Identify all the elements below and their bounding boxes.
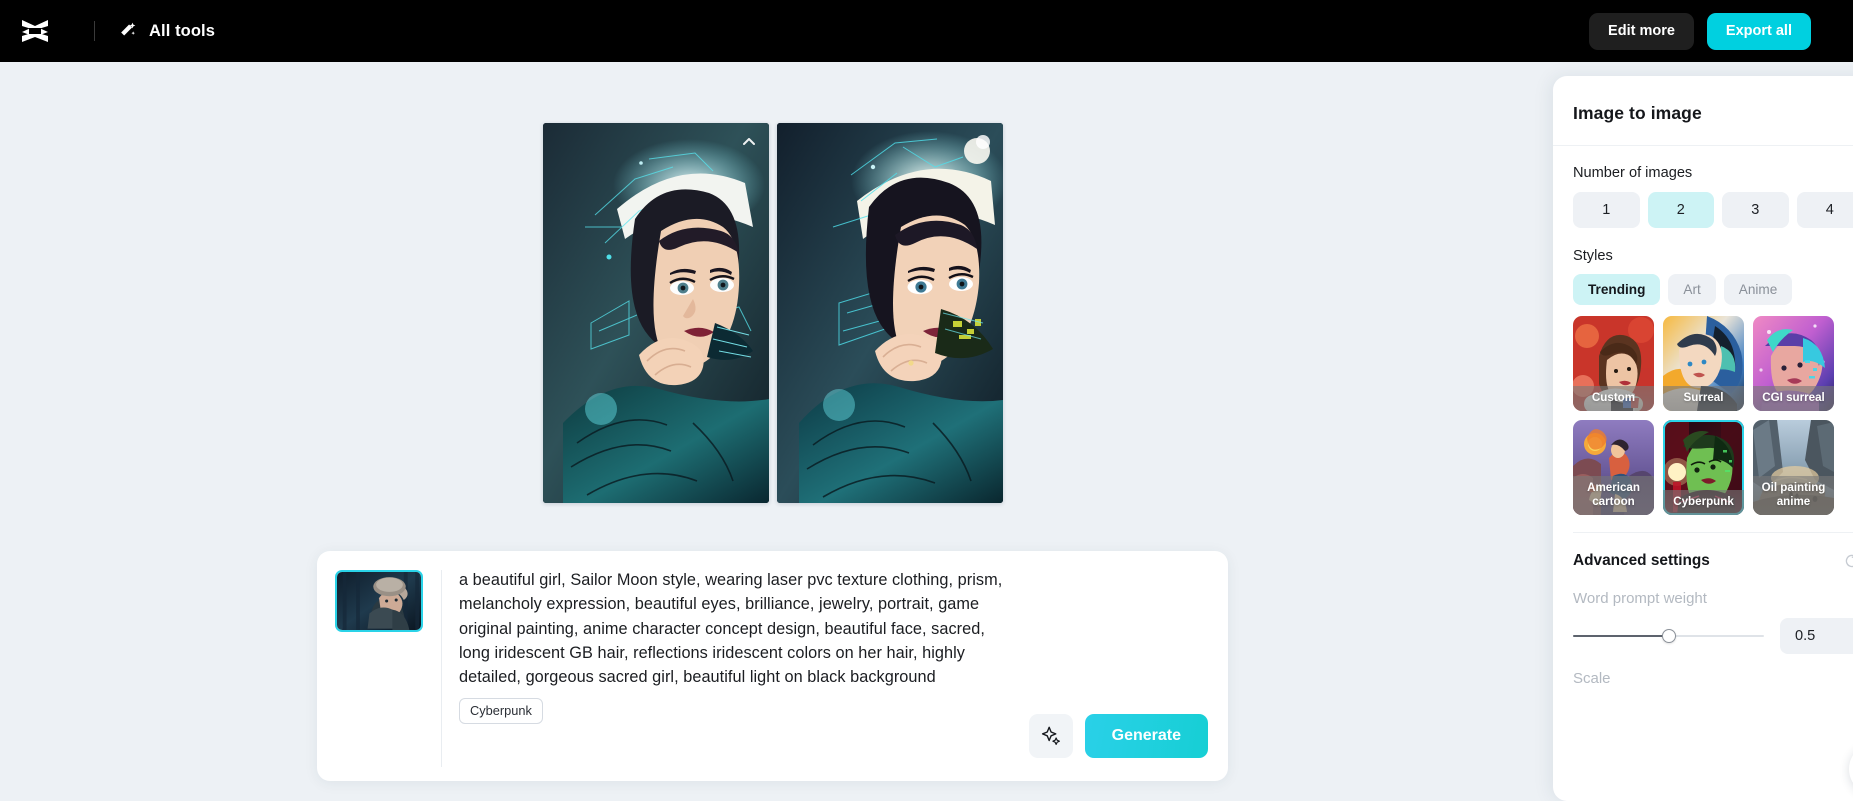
circle-icon[interactable] [972, 131, 994, 153]
style-tab-trending[interactable]: Trending [1573, 274, 1661, 305]
style-label-surreal: Surreal [1663, 385, 1744, 411]
advanced-settings-header: Advanced settings [1573, 550, 1853, 572]
advanced-divider [1573, 532, 1853, 533]
advanced-next-label: Scale [1573, 670, 1611, 687]
number-of-images-label: Number of images [1573, 165, 1693, 181]
word-prompt-weight-row: 0.5 [1573, 618, 1853, 654]
style-card-custom[interactable]: Custom [1573, 316, 1654, 411]
reset-icon [1845, 554, 1853, 568]
panel-title: Image to image [1573, 103, 1702, 123]
style-tab-art[interactable]: Art [1668, 274, 1716, 305]
generated-image-card-2[interactable] [777, 123, 1003, 503]
style-card-american-cartoon[interactable]: American cartoon [1573, 420, 1654, 515]
style-card-surreal[interactable]: Surreal [1663, 316, 1744, 411]
prompt-input[interactable]: a beautiful girl, Sailor Moon style, wea… [459, 568, 1004, 689]
prompt-style-tag[interactable]: Cyberpunk [459, 698, 543, 725]
generated-image-2 [777, 123, 1003, 503]
generated-image-1 [543, 123, 769, 503]
top-bar: All tools Edit more Export all [0, 0, 1853, 62]
word-prompt-weight-value[interactable]: 0.5 [1780, 618, 1853, 654]
style-card-oil-painting-anime[interactable]: Oil painting anime [1753, 420, 1834, 515]
capcut-logo-icon [22, 20, 48, 42]
workspace-canvas: a beautiful girl, Sailor Moon style, wea… [0, 62, 1553, 801]
reference-image [337, 572, 421, 630]
slider-fill [1573, 635, 1669, 637]
style-card-cgi-surreal[interactable]: CGI surreal [1753, 316, 1834, 411]
word-prompt-weight-label: Word prompt weight [1573, 590, 1707, 607]
edit-more-button[interactable]: Edit more [1589, 12, 1694, 50]
sparkle-icon [1041, 726, 1060, 746]
all-tools-label: All tools [149, 21, 215, 40]
chevron-up-icon[interactable] [738, 131, 760, 153]
style-label-cyberpunk: Cyberpunk [1663, 489, 1744, 515]
word-prompt-weight-slider[interactable] [1573, 627, 1764, 645]
style-label-american-cartoon: American cartoon [1573, 476, 1654, 515]
export-all-button[interactable]: Export all [1706, 12, 1811, 50]
number-of-images-option-1[interactable]: 1 [1573, 192, 1640, 228]
panel-divider [1553, 145, 1853, 146]
number-of-images-option-4[interactable]: 4 [1796, 192, 1853, 228]
reset-button[interactable] [1841, 550, 1853, 572]
settings-panel: Image to image Number of images 1 2 3 4 … [1553, 76, 1853, 801]
style-label-oil-painting-anime: Oil painting anime [1753, 476, 1834, 515]
style-card-cyberpunk[interactable]: Cyberpunk [1663, 420, 1744, 515]
topbar-actions: Edit more Export all [1589, 12, 1811, 50]
number-of-images-group: 1 2 3 4 [1573, 192, 1853, 228]
slider-knob[interactable] [1661, 629, 1676, 643]
styles-label: Styles [1573, 248, 1613, 264]
advanced-settings-title: Advanced settings [1573, 552, 1710, 569]
capcut-logo[interactable] [18, 16, 52, 46]
number-of-images-option-2[interactable]: 2 [1647, 192, 1714, 228]
all-tools-button[interactable]: All tools [117, 21, 215, 41]
style-tab-anime[interactable]: Anime [1723, 274, 1793, 305]
magic-wand-icon [121, 22, 136, 36]
topbar-divider [94, 21, 95, 41]
floating-round-element[interactable] [1849, 743, 1853, 795]
number-of-images-option-3[interactable]: 3 [1722, 192, 1789, 228]
prompt-actions: Generate [1028, 714, 1208, 758]
style-grid: Custom Surreal CGI surreal American cart… [1573, 316, 1853, 515]
style-label-cgi-surreal: CGI surreal [1753, 385, 1834, 411]
generate-button[interactable]: Generate [1084, 714, 1208, 758]
style-tabs: Trending Art Anime [1573, 274, 1853, 305]
prompt-card: a beautiful girl, Sailor Moon style, wea… [317, 551, 1228, 781]
style-label-custom: Custom [1573, 385, 1654, 411]
panel-body: Number of images 1 2 3 4 Styles Trending… [1553, 165, 1853, 687]
reference-image-thumbnail[interactable] [335, 570, 423, 632]
generated-results [543, 123, 1003, 503]
prompt-divider [441, 570, 442, 767]
generated-image-card-1[interactable] [543, 123, 769, 503]
magic-prompt-button[interactable] [1028, 714, 1073, 758]
